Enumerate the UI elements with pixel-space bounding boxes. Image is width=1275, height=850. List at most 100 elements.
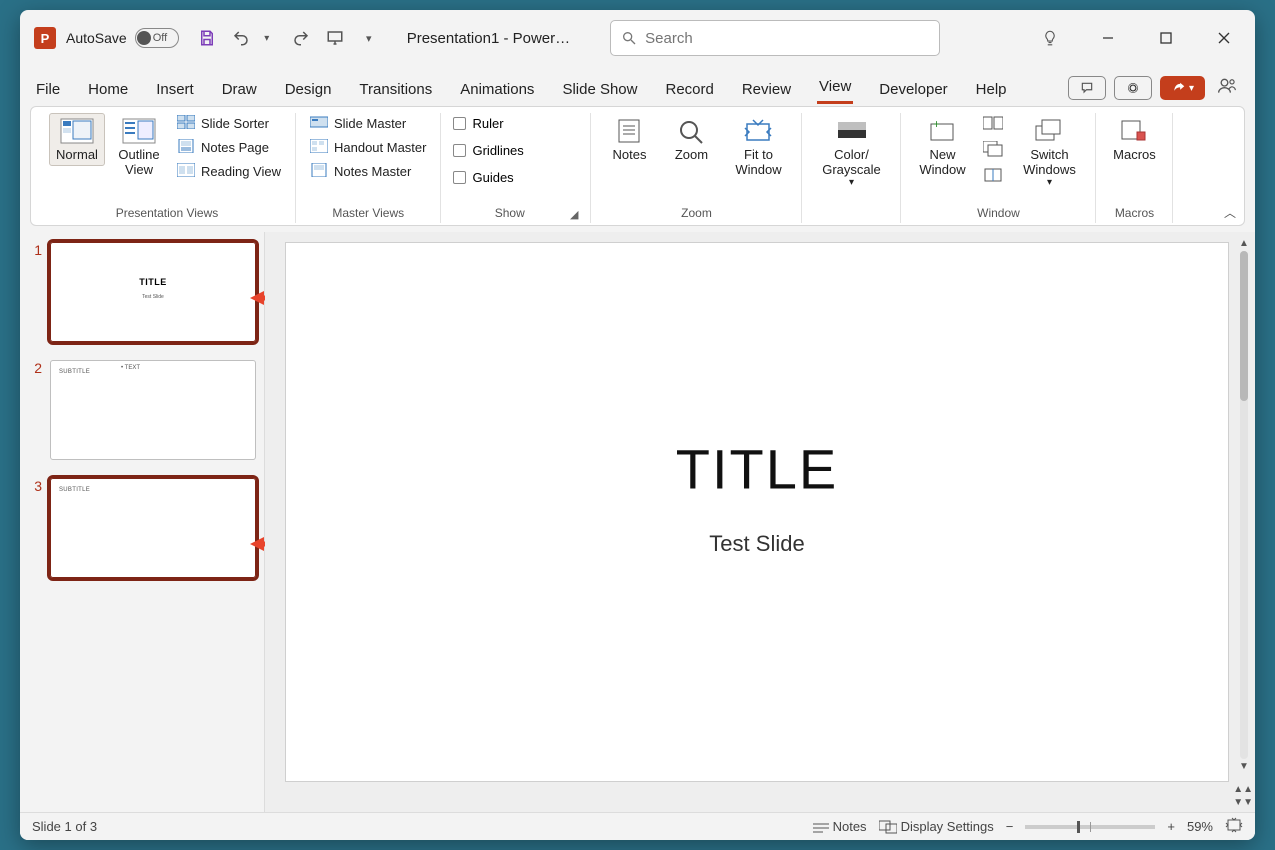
autosave-toggle[interactable]: AutoSave Off xyxy=(66,28,179,48)
slide-thumbnail-1[interactable]: TITLE Test Slide xyxy=(50,242,256,342)
search-icon xyxy=(621,30,637,46)
powerpoint-window: P AutoSave Off ▾ ▾ Presentation1 - xyxy=(20,10,1255,840)
tab-slideshow[interactable]: Slide Show xyxy=(560,75,639,104)
tab-animations[interactable]: Animations xyxy=(458,75,536,104)
slide-master-button[interactable]: Slide Master xyxy=(306,113,431,133)
vertical-scrollbar[interactable]: ▲ ▼ xyxy=(1237,238,1251,772)
notes-toggle[interactable]: Notes xyxy=(813,819,867,834)
zoom-level[interactable]: 59% xyxy=(1187,819,1213,834)
comments-button[interactable] xyxy=(1068,76,1106,100)
tab-design[interactable]: Design xyxy=(283,75,334,104)
prev-slide-icon[interactable]: ▲▲ xyxy=(1233,784,1253,795)
slide-number: 3 xyxy=(28,478,42,578)
display-settings-button[interactable]: Display Settings xyxy=(879,819,994,834)
collapse-ribbon-icon[interactable]: ︿ xyxy=(1224,204,1236,221)
normal-view-button[interactable]: Normal xyxy=(49,113,105,166)
thumbnail-row: 2 SUBTITLE • TEXT xyxy=(28,360,256,460)
scroll-up-icon[interactable]: ▲ xyxy=(1239,238,1249,249)
new-window-button[interactable]: + New Window xyxy=(911,113,973,181)
slide-nav-buttons: ▲▲ ▼▼ xyxy=(1233,784,1253,808)
notes-master-button[interactable]: Notes Master xyxy=(306,161,431,181)
document-title[interactable]: Presentation1 - Power… xyxy=(407,30,570,47)
color-grayscale-button[interactable]: Color/ Grayscale▾ xyxy=(812,113,890,192)
quick-access-toolbar: ▾ ▾ xyxy=(197,28,379,48)
handout-master-button[interactable]: Handout Master xyxy=(306,137,431,157)
group-show: Ruler Gridlines Guides Show ◢ xyxy=(441,113,591,223)
cascade-button[interactable] xyxy=(979,139,1007,159)
tab-review[interactable]: Review xyxy=(740,75,793,104)
slide-thumbnail-2[interactable]: SUBTITLE • TEXT xyxy=(50,360,256,460)
slide-title-text[interactable]: TITLE xyxy=(676,436,838,501)
redo-icon[interactable] xyxy=(291,28,311,48)
notes-button[interactable]: Notes xyxy=(601,113,657,166)
fit-to-window-status-icon[interactable] xyxy=(1225,817,1243,836)
ribbon: Normal Outline View Slide Sorter Notes P… xyxy=(30,106,1245,226)
group-macros: Macros Macros xyxy=(1096,113,1173,223)
switch-windows-button[interactable]: Switch Windows▾ xyxy=(1013,113,1085,192)
tab-transitions[interactable]: Transitions xyxy=(357,75,434,104)
save-icon[interactable] xyxy=(197,28,217,48)
undo-dropdown-icon[interactable]: ▾ xyxy=(257,28,277,48)
search-box[interactable] xyxy=(610,20,940,56)
tab-file[interactable]: File xyxy=(34,75,62,104)
scroll-thumb[interactable] xyxy=(1240,251,1248,401)
slide-subtitle-text[interactable]: Test Slide xyxy=(709,531,804,557)
group-label: Presentation Views xyxy=(116,203,219,223)
show-dialog-launcher-icon[interactable]: ◢ xyxy=(568,208,580,223)
search-input[interactable] xyxy=(645,30,929,47)
camera-button[interactable] xyxy=(1114,76,1152,100)
toggle-knob xyxy=(137,31,151,45)
tab-insert[interactable]: Insert xyxy=(154,75,196,104)
handout-master-icon xyxy=(310,139,328,155)
ruler-checkbox[interactable]: Ruler xyxy=(451,113,505,134)
share-button[interactable]: ▾ xyxy=(1160,76,1205,100)
arrange-all-button[interactable] xyxy=(979,113,1007,133)
maximize-button[interactable] xyxy=(1145,22,1187,54)
macros-button[interactable]: Macros xyxy=(1106,113,1162,166)
guides-checkbox[interactable]: Guides xyxy=(451,167,515,188)
tab-record[interactable]: Record xyxy=(663,75,715,104)
outline-view-button[interactable]: Outline View xyxy=(111,113,167,181)
toggle-switch[interactable]: Off xyxy=(135,28,179,48)
reading-view-button[interactable]: Reading View xyxy=(173,161,285,181)
tab-developer[interactable]: Developer xyxy=(877,75,949,104)
close-button[interactable] xyxy=(1203,22,1245,54)
gridlines-checkbox[interactable]: Gridlines xyxy=(451,140,525,161)
tab-home[interactable]: Home xyxy=(86,75,130,104)
slide-thumbnail-3[interactable]: SUBTITLE xyxy=(50,478,256,578)
scroll-down-icon[interactable]: ▼ xyxy=(1239,761,1249,772)
ribbon-tabs: File Home Insert Draw Design Transitions… xyxy=(20,66,1255,104)
notes-page-icon xyxy=(177,139,195,155)
workspace: 1 TITLE Test Slide 2 SUBTITLE • TEXT 3 S… xyxy=(20,232,1255,812)
undo-icon[interactable] xyxy=(231,28,251,48)
slide-sorter-button[interactable]: Slide Sorter xyxy=(173,113,285,133)
minimize-button[interactable] xyxy=(1087,22,1129,54)
tips-icon[interactable] xyxy=(1029,22,1071,54)
scroll-track[interactable] xyxy=(1240,251,1248,759)
zoom-button[interactable]: Zoom xyxy=(663,113,719,166)
reading-view-icon xyxy=(177,163,195,179)
slide-counter[interactable]: Slide 1 of 3 xyxy=(32,819,97,834)
group-presentation-views: Normal Outline View Slide Sorter Notes P… xyxy=(39,113,296,223)
move-split-button[interactable] xyxy=(979,165,1007,185)
group-master-views: Slide Master Handout Master Notes Master… xyxy=(296,113,442,223)
slide-thumbnail-panel[interactable]: 1 TITLE Test Slide 2 SUBTITLE • TEXT 3 S… xyxy=(20,232,265,812)
slide-sorter-icon xyxy=(177,115,195,131)
zoom-in-button[interactable]: + xyxy=(1167,819,1175,834)
zoom-slider[interactable] xyxy=(1025,825,1155,829)
slide-canvas[interactable]: TITLE Test Slide xyxy=(285,242,1229,782)
zoom-out-button[interactable]: − xyxy=(1006,819,1014,834)
tab-view[interactable]: View xyxy=(817,72,853,104)
slide-canvas-area: TITLE Test Slide ▲ ▼ ▲▲ ▼▼ xyxy=(265,232,1255,812)
tab-help[interactable]: Help xyxy=(974,75,1009,104)
account-icon[interactable] xyxy=(1213,72,1241,104)
start-from-beginning-icon[interactable] xyxy=(325,28,345,48)
normal-view-label: Normal xyxy=(56,147,98,162)
fit-to-window-button[interactable]: Fit to Window xyxy=(725,113,791,181)
tab-draw[interactable]: Draw xyxy=(220,75,259,104)
qat-customize-icon[interactable]: ▾ xyxy=(359,28,379,48)
notes-page-button[interactable]: Notes Page xyxy=(173,137,285,157)
slide-master-icon xyxy=(310,115,328,131)
next-slide-icon[interactable]: ▼▼ xyxy=(1233,797,1253,808)
titlebar-right xyxy=(1029,22,1245,54)
